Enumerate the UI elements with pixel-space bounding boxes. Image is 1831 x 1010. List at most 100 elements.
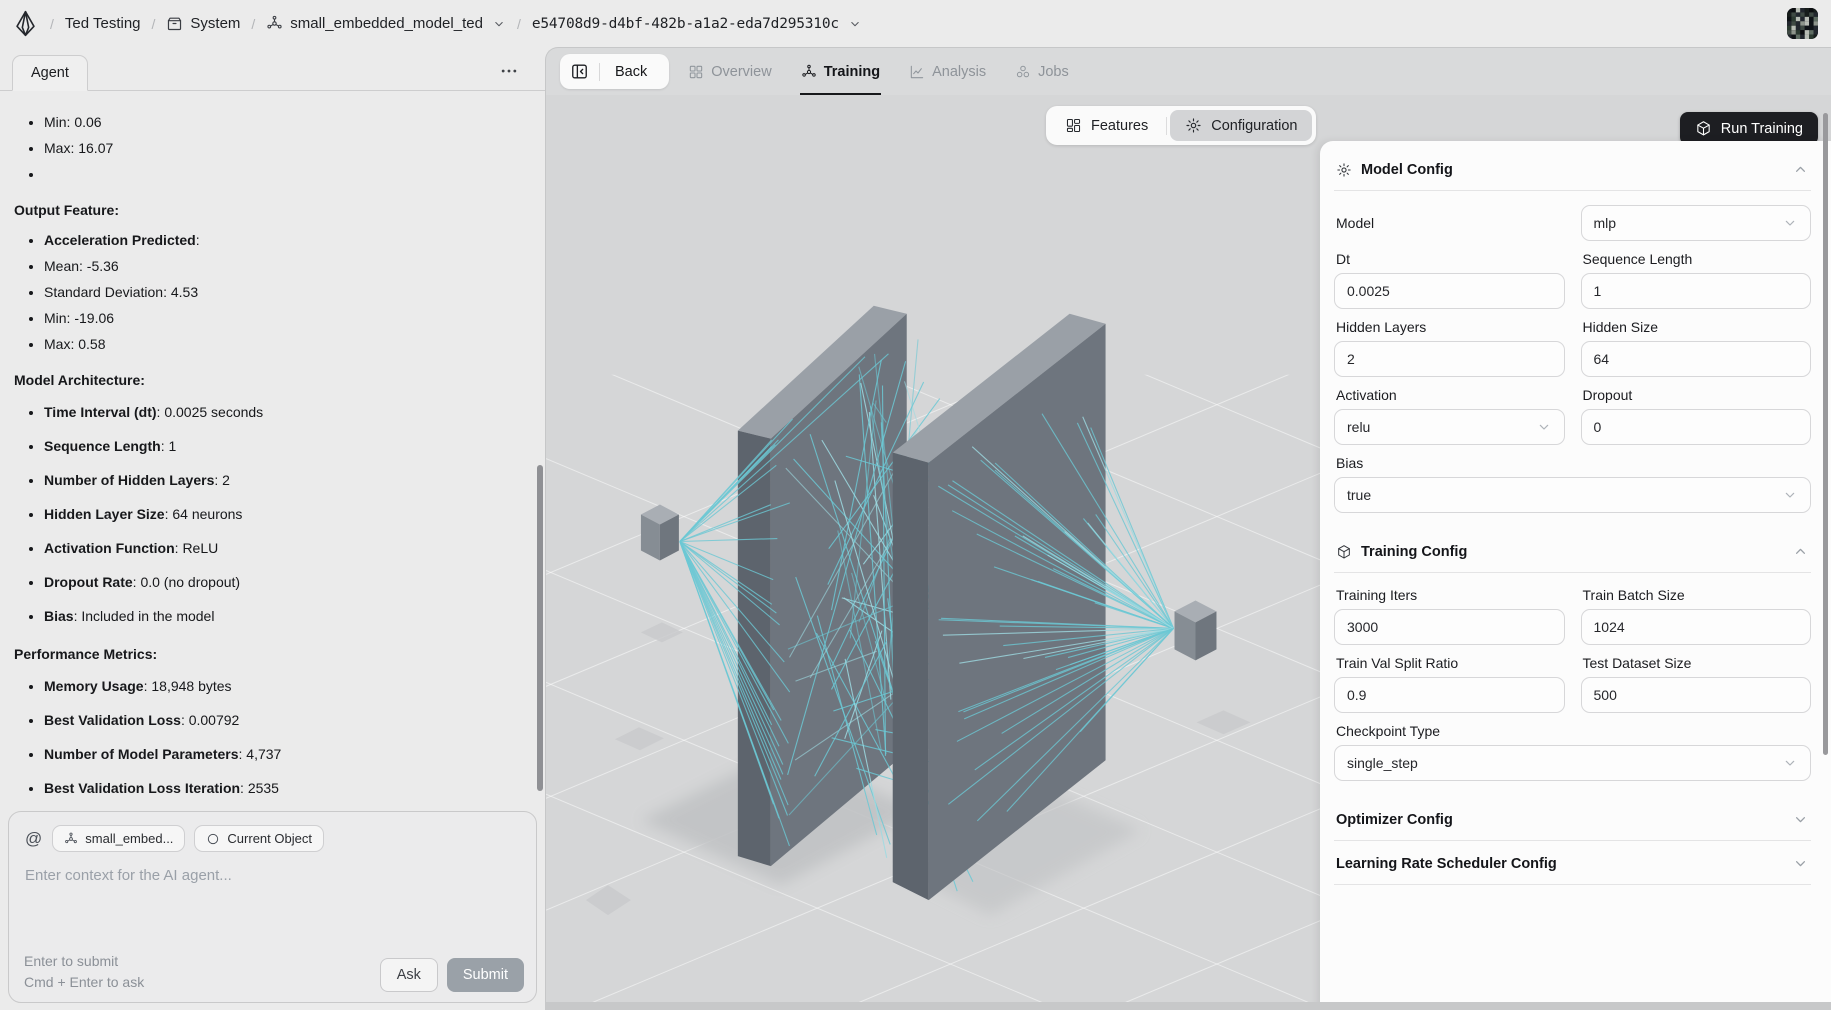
tab-analysis[interactable]: Analysis [908, 48, 987, 95]
breadcrumb: /Ted Testing/System/small_embedded_model… [49, 15, 1783, 32]
agent-panel: Agent Min: 0.06Max: 16.07Output Feature:… [0, 47, 545, 1010]
training-3d-viewport[interactable]: FeaturesConfiguration Run Training Model… [546, 95, 1831, 1010]
field-value: true [1347, 487, 1371, 503]
chevron-down-icon [1782, 215, 1798, 231]
submit-button[interactable]: Submit [447, 958, 524, 992]
back-group: Back [560, 54, 669, 89]
field-value: 1 [1594, 283, 1602, 299]
field-label: Sequence Length [1583, 251, 1810, 267]
input-hidden-size[interactable]: 64 [1581, 341, 1812, 377]
field-value: 3000 [1347, 619, 1378, 635]
tab-training[interactable]: Training [800, 48, 881, 95]
chevron-up-icon [1792, 161, 1809, 178]
field-hidden-layers: Hidden Layers2 [1334, 309, 1565, 377]
tab-label: Analysis [932, 64, 986, 80]
model-icon [801, 64, 817, 80]
app-logo-icon[interactable] [12, 10, 39, 37]
collapse-panel-button[interactable] [564, 57, 594, 86]
breadcrumb-item[interactable]: e54708d9-d4bf-482b-a1a2-eda7d295310c [532, 16, 862, 32]
field-value: single_step [1347, 755, 1418, 771]
select-activation[interactable]: relu [1334, 409, 1565, 445]
field-value: 500 [1594, 687, 1617, 703]
field-test-dataset-size: Test Dataset Size 500 [1581, 645, 1812, 713]
input-dt[interactable]: 0.0025 [1334, 273, 1565, 309]
input-train-val-split-ratio[interactable]: 0.9 [1334, 677, 1565, 713]
section-header-training-config[interactable]: Training Config [1334, 529, 1811, 573]
context-chip[interactable]: small_embed... [52, 825, 185, 852]
breadcrumb-item[interactable]: System [166, 15, 240, 32]
section-header-learning-rate-scheduler-config[interactable]: Learning Rate Scheduler Config [1334, 841, 1811, 885]
agent-bullet-item: Time Interval (dt): 0.0025 seconds [44, 400, 515, 424]
field-label: Test Dataset Size [1583, 655, 1810, 671]
section-header-optimizer-config[interactable]: Optimizer Config [1334, 797, 1811, 841]
agent-bullet-item: Hidden Layer Size: 64 neurons [44, 502, 515, 526]
circle-icon [206, 832, 220, 846]
input-train-batch-size[interactable]: 1024 [1581, 609, 1812, 645]
section-header-model-config[interactable]: Model Config [1334, 147, 1811, 191]
agent-scrollbar[interactable] [537, 465, 543, 791]
input-dropout[interactable]: 0 [1581, 409, 1812, 445]
keyboard-hints: Enter to submit Cmd + Enter to ask [24, 951, 380, 992]
field-value: relu [1347, 419, 1370, 435]
panel-menu-button[interactable] [495, 59, 523, 83]
mention-at-icon[interactable]: @ [25, 829, 42, 849]
breadcrumb-separator: / [516, 16, 522, 32]
input-training-iters[interactable]: 3000 [1334, 609, 1565, 645]
field-label: Dt [1336, 251, 1563, 267]
select-bias[interactable]: true [1334, 477, 1811, 513]
tab-label: Training [824, 64, 880, 80]
breadcrumb-item[interactable]: Ted Testing [65, 15, 141, 32]
agent-bullet-list: Acceleration Predicted:Mean: -5.36Standa… [14, 230, 515, 354]
select-model[interactable]: mlp [1581, 205, 1812, 241]
input-test-dataset-size[interactable]: 500 [1581, 677, 1812, 713]
toggle-features[interactable]: Features [1050, 110, 1163, 141]
toggle-configuration[interactable]: Configuration [1170, 110, 1312, 141]
field-row-model: Modelmlp [1334, 205, 1811, 241]
field-label: Checkpoint Type [1336, 723, 1809, 739]
input-sequence-length[interactable]: 1 [1581, 273, 1812, 309]
context-chip[interactable]: Current Object [194, 825, 324, 852]
agent-content: Min: 0.06Max: 16.07Output Feature:Accele… [0, 91, 545, 810]
avatar[interactable] [1787, 8, 1818, 39]
toggle-label: Configuration [1211, 118, 1297, 134]
breadcrumb-label: small_embedded_model_ted [290, 15, 483, 32]
tab-agent[interactable]: Agent [12, 55, 88, 91]
field-train-batch-size: Train Batch Size1024 [1581, 577, 1812, 645]
chevron-down-icon [1536, 419, 1552, 435]
tab-label: Jobs [1038, 64, 1069, 80]
config-scrollbar[interactable] [1823, 113, 1828, 755]
agent-heading: Performance Metrics: [14, 644, 515, 664]
select-checkpoint-type[interactable]: single_step [1334, 745, 1811, 781]
gear-icon [1185, 117, 1202, 134]
chevron-down-icon [492, 17, 506, 31]
horizontal-scrollbar-track[interactable] [546, 1002, 1831, 1010]
back-button[interactable]: Back [605, 64, 665, 80]
agent-bullet-item: Number of Hidden Layers: 2 [44, 468, 515, 492]
field-label: Bias [1336, 455, 1809, 471]
tab-jobs[interactable]: Jobs [1014, 48, 1070, 95]
chat-textarea[interactable]: Enter context for the AI agent... [9, 852, 536, 899]
section-body: Training Iters3000Train Batch Size1024Tr… [1334, 573, 1811, 797]
ask-button[interactable]: Ask [380, 958, 438, 992]
toggle-label: Features [1091, 118, 1148, 134]
chevron-down-icon [1792, 855, 1809, 872]
field-bias: Bias true [1334, 445, 1811, 513]
section-title: Learning Rate Scheduler Config [1336, 856, 1557, 872]
field-label: Training Iters [1336, 587, 1563, 603]
agent-panel-header: Agent [0, 47, 545, 91]
field-activation: Activationrelu [1334, 377, 1565, 445]
tab-overview[interactable]: Overview [687, 48, 772, 95]
divider [599, 63, 600, 81]
main-header: Back Overview Training Analysis Jobs [546, 48, 1831, 95]
chat-footer: Enter to submit Cmd + Enter to ask Ask S… [24, 951, 524, 992]
field-value: 2 [1347, 351, 1355, 367]
context-chip-label: Current Object [227, 831, 312, 846]
cube-icon [1695, 120, 1712, 137]
main-area: Back Overview Training Analysis Jobs Featur… [545, 47, 1831, 1010]
input-hidden-layers[interactable]: 2 [1334, 341, 1565, 377]
agent-bullet-item: Number of Model Parameters: 4,737 [44, 742, 515, 766]
chat-input-box: @ small_embed... Current Object Enter con… [8, 811, 537, 1003]
breadcrumb-item[interactable]: small_embedded_model_ted [266, 15, 506, 32]
agent-bullet-item: Mean: -5.36 [44, 256, 515, 276]
context-chip-label: small_embed... [85, 831, 173, 846]
